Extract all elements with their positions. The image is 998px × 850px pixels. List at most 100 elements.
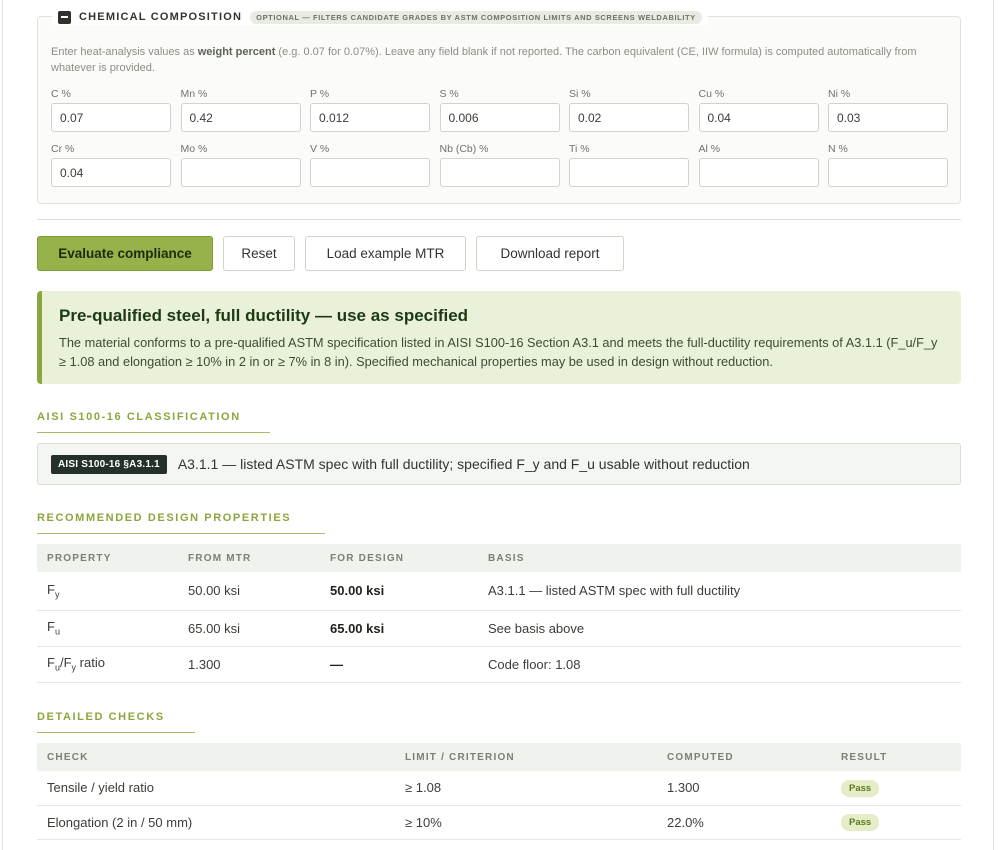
detailed-checks-title: DETAILED CHECKS [37,711,195,733]
design-value-cell: 65.00 ksi [320,610,478,647]
element-percent-input[interactable] [569,158,689,187]
section-title: CHEMICAL COMPOSITION [79,11,243,23]
field-label: V % [310,143,330,155]
composition-field: Nb (Cb) % [439,142,560,187]
column-header: FROM MTR [178,544,320,572]
field-label: S % [439,88,459,100]
fieldset-legend[interactable]: CHEMICAL COMPOSITION OPTIONAL — FILTERS … [52,9,708,25]
design-properties-table: PROPERTY FROM MTR FOR DESIGN BASIS Fy 50.00 … [37,544,961,683]
basis-cell: See basis above [478,610,961,647]
composition-field: Al % [698,142,819,187]
column-header: PROPERTY [37,544,178,572]
download-report-button[interactable]: Download report [476,236,624,271]
field-label: Al % [698,143,721,155]
element-percent-input[interactable]: 0.006 [439,103,560,132]
optional-pill: OPTIONAL — FILTERS CANDIDATE GRADES BY A… [250,10,702,24]
table-row: Fu 65.00 ksi 65.00 ksi See basis above [37,610,961,647]
field-label: N % [828,143,848,155]
composition-field: Ni % 0.03 [828,87,948,132]
property-symbol: F [47,581,55,597]
element-percent-input[interactable]: 0.07 [51,103,171,132]
limit-cell: ≥ 1.08 [395,771,657,806]
property-symbol: F [47,655,55,671]
element-percent-input[interactable]: 0.04 [51,158,171,187]
field-label: Nb (Cb) % [439,143,489,155]
column-header: CHECK [37,743,395,771]
result-heading: Pre-qualified steel, full ductility — us… [59,306,469,325]
property-suffix: ratio [76,655,105,671]
element-percent-input[interactable] [439,158,560,187]
design-value: — [330,656,343,672]
composition-grid: C % 0.07 Mn % 0.42 P % 0.012 S % 0.006 Si % 0.02 C… [51,87,948,187]
column-header: RESULT [831,743,961,771]
element-percent-input[interactable]: 0.42 [180,103,301,132]
field-label: Cr % [51,143,75,155]
element-percent-input[interactable]: 0.02 [569,103,689,132]
composition-field: Cu % 0.04 [698,87,819,132]
design-value: 50.00 ksi [330,583,385,599]
element-percent-input[interactable] [698,158,819,187]
mtr-value-cell: 1.300 [178,646,320,683]
hint-text: Enter heat-analysis values as [51,46,198,58]
reset-button[interactable]: Reset [223,236,295,271]
element-percent-input[interactable] [180,158,301,187]
column-header: COMPUTED [657,743,831,771]
table-row: Tensile / yield ratio ≥ 1.08 1.300 Pass [37,771,961,806]
pass-badge: Pass [841,779,880,797]
result-body: The material conforms to a pre-qualified… [59,335,938,369]
composition-field: Mo % [180,142,301,187]
computed-cell: 1.300 [657,771,831,806]
element-percent-input[interactable] [828,158,948,187]
field-label: Ti % [569,143,590,155]
field-label: Mo % [180,143,208,155]
property-cell: Fu [37,610,178,647]
field-label: C % [51,88,71,100]
field-label: Si % [569,88,591,100]
field-label: Ni % [828,88,851,100]
composition-hint: Enter heat-analysis values as weight per… [51,44,921,76]
result-cell: Pass [831,771,961,806]
element-percent-input[interactable] [310,158,430,187]
result-banner: Pre-qualified steel, full ductility — us… [37,291,961,384]
property-subscript: y [54,589,60,600]
classification-badge: AISI S100-16 §A3.1.1 [51,454,167,474]
limit-cell: ≥ 10% [395,805,657,840]
composition-field: V % [310,142,430,187]
mtr-value-cell: 65.00 ksi [178,610,320,647]
element-percent-input[interactable]: 0.03 [828,103,948,132]
table-header-row: CHECK LIMIT / CRITERION COMPUTED RESULT [37,743,961,771]
design-value: 65.00 ksi [330,620,385,636]
element-percent-input[interactable]: 0.012 [310,103,430,132]
detailed-checks-table: CHECK LIMIT / CRITERION COMPUTED RESULT Ten… [37,743,961,840]
table-header-row: PROPERTY FROM MTR FOR DESIGN BASIS [37,544,961,572]
property-symbol: F [47,619,55,635]
composition-field: S % 0.006 [439,87,560,132]
composition-field: Si % 0.02 [569,87,689,132]
composition-field: N % [828,142,948,187]
property-cell: Fy [37,572,178,611]
chemical-composition-fieldset: CHEMICAL COMPOSITION OPTIONAL — FILTERS … [37,9,961,204]
field-label: Mn % [180,88,208,100]
table-row: Elongation (2 in / 50 mm) ≥ 10% 22.0% Pass [37,805,961,840]
field-label: Cu % [698,88,725,100]
element-percent-input[interactable]: 0.04 [698,103,819,132]
load-example-mtr-button[interactable]: Load example MTR [305,236,466,271]
column-header: FOR DESIGN [320,544,478,572]
classification-title: AISI S100-16 CLASSIFICATION [37,411,270,433]
property-symbol: /F [59,655,72,671]
property-cell: Fu/Fy ratio [37,646,178,683]
mtr-value-cell: 50.00 ksi [178,572,320,611]
evaluate-compliance-button[interactable]: Evaluate compliance [37,236,213,271]
collapse-minus-icon[interactable] [58,10,71,24]
composition-field: Mn % 0.42 [180,87,301,132]
divider [37,219,961,220]
action-buttons: Evaluate compliance Reset Load example M… [37,236,624,271]
table-row: Fy 50.00 ksi 50.00 ksi A3.1.1 — listed ASTM… [37,572,961,611]
design-value-cell: — [320,646,478,683]
check-name-cell: Tensile / yield ratio [37,771,395,806]
design-properties-title: RECOMMENDED DESIGN PROPERTIES [37,512,325,534]
property-subscript: u [54,626,60,637]
basis-cell: Code floor: 1.08 [478,646,961,683]
hint-emphasis: weight percent [197,46,276,58]
composition-field: C % 0.07 [51,87,171,132]
